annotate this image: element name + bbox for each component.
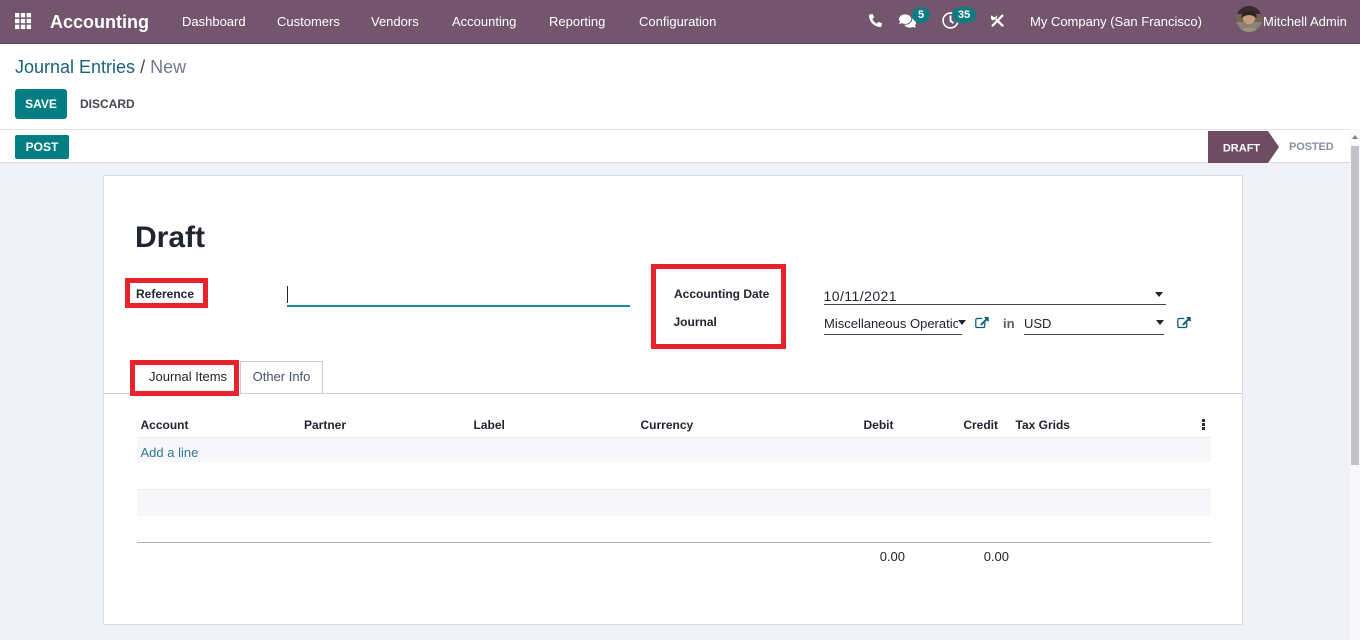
svg-text:DRAFT: DRAFT xyxy=(1223,143,1261,155)
